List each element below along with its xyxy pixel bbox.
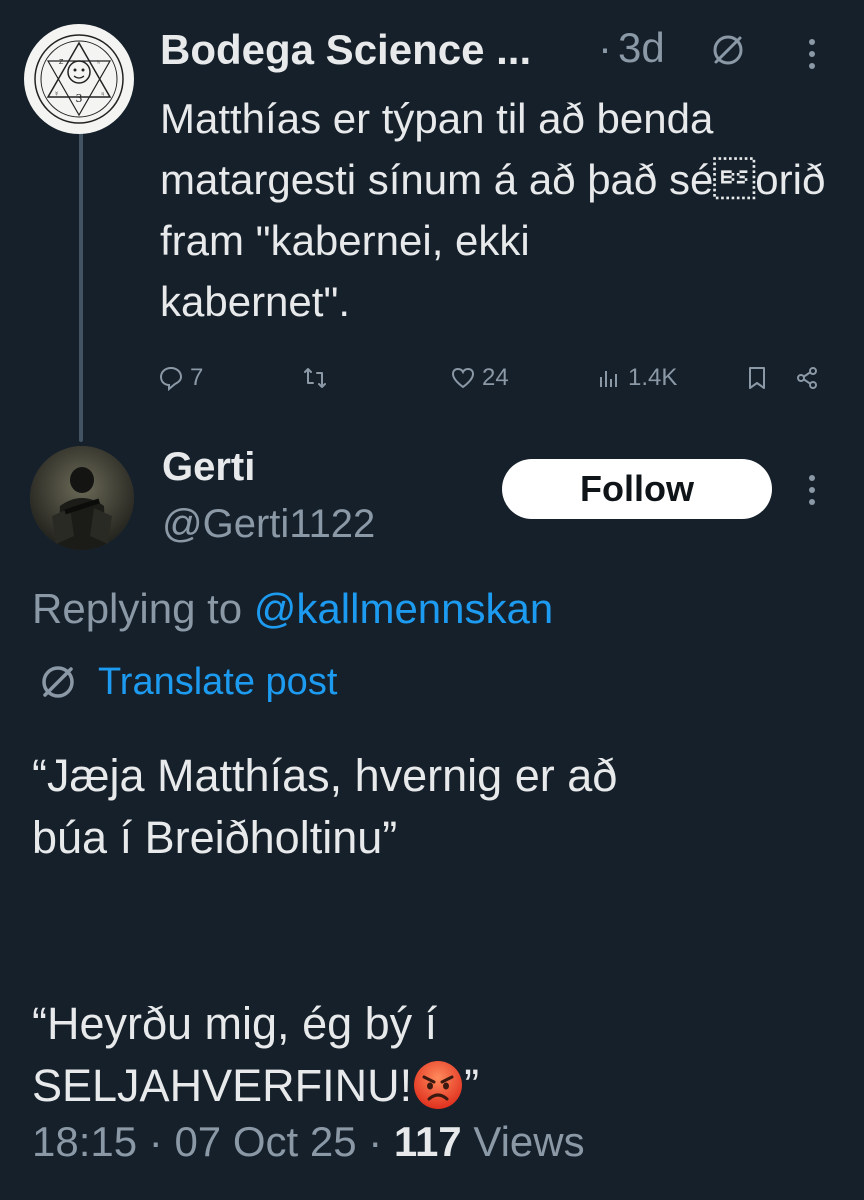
thread-connector-line <box>79 132 83 442</box>
globe-icon[interactable] <box>708 30 748 70</box>
angry-face-emoji-icon <box>414 1061 463 1109</box>
parent-tweet-text: Matthías er týpan til að benda matargest… <box>160 95 826 325</box>
retweet-button[interactable] <box>302 360 328 396</box>
avatar-gerti[interactable] <box>30 446 134 550</box>
views-label: Views <box>473 1118 585 1165</box>
like-count: 24 <box>482 364 509 391</box>
replying-mention-link[interactable]: @kallmennskan <box>254 585 553 632</box>
soldier-photo <box>30 446 134 550</box>
more-options-icon[interactable] <box>800 34 824 74</box>
author-name[interactable]: Gerti <box>162 445 255 490</box>
replying-prefix: Replying to <box>32 585 254 632</box>
share-button[interactable] <box>794 360 820 396</box>
translate-post-link[interactable]: Translate post <box>36 660 337 704</box>
views-count: 1.4K <box>628 364 678 391</box>
reply-icon <box>159 366 183 391</box>
bookmark-button[interactable] <box>744 360 770 396</box>
views-icon <box>600 371 617 387</box>
tweet-time[interactable]: 18:15 <box>32 1118 137 1165</box>
globe-icon <box>42 666 74 698</box>
parent-tweet-age[interactable]: · 3d <box>598 24 665 72</box>
reply-count: 7 <box>190 364 204 391</box>
svg-text:♃: ♃ <box>100 91 105 98</box>
closing-quote: ” <box>464 1060 480 1111</box>
follow-button[interactable]: Follow <box>502 459 772 519</box>
author-handle[interactable]: @Gerti1122 <box>162 502 375 547</box>
share-icon <box>797 367 817 389</box>
svg-text:Z: Z <box>59 59 64 66</box>
tweet-meta-footer: 18:15 · 07 Oct 25 · 117 Views <box>32 1118 585 1166</box>
main-tweet-text: “Jæja Matthías, hvernig er að búa í Brei… <box>32 745 832 1117</box>
views-button[interactable]: 1.4K <box>596 360 677 396</box>
svg-text:☿: ☿ <box>54 91 59 98</box>
parent-tweet-action-bar: 7 24 1.4K <box>158 360 828 400</box>
svg-text:3: 3 <box>76 92 83 105</box>
avatar-bodega-science[interactable]: 3 Z ♄ ☿ ♃ <box>24 24 134 134</box>
reply-button[interactable]: 7 <box>158 360 203 396</box>
more-options-icon[interactable] <box>800 470 824 510</box>
views-count[interactable]: 117 <box>394 1118 462 1165</box>
translate-label: Translate post <box>98 660 338 703</box>
separator-dot: · <box>598 24 612 71</box>
retweet-icon <box>304 368 326 388</box>
separator-dot: · <box>368 1118 383 1165</box>
separator-dot: · <box>148 1118 163 1165</box>
svg-text:♄: ♄ <box>96 59 101 66</box>
like-icon <box>451 367 475 389</box>
tweet-date[interactable]: 07 Oct 25 <box>174 1118 356 1165</box>
parent-author-name[interactable]: Bodega Science ... <box>160 26 531 74</box>
main-tweet-body: “Jæja Matthías, hvernig er að búa í Brei… <box>32 750 618 1111</box>
age-label: 3d <box>618 24 665 71</box>
seal-logo-icon: 3 Z ♄ ☿ ♃ <box>27 27 131 131</box>
bookmark-icon <box>749 367 765 389</box>
like-button[interactable]: 24 <box>450 360 509 396</box>
replying-to-line: Replying to @kallmennskan <box>32 585 553 633</box>
